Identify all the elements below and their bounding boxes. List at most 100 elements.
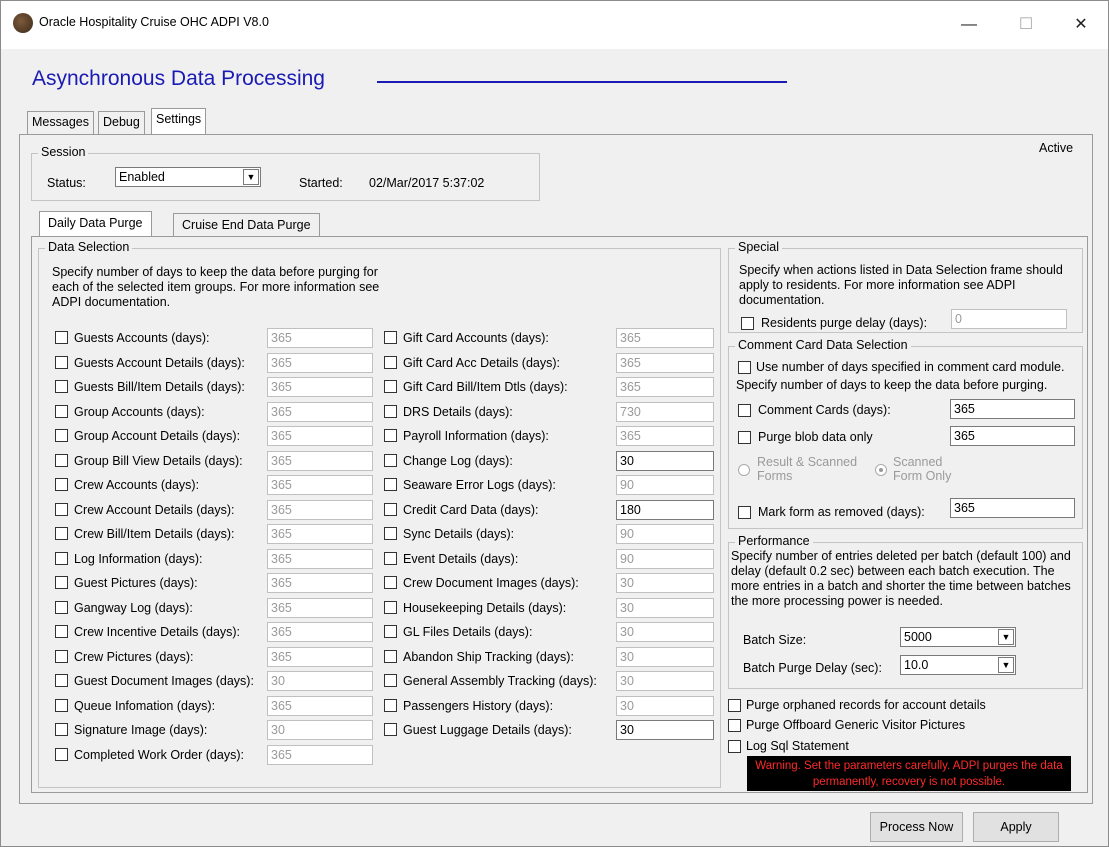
right-item-checkbox[interactable]	[384, 625, 397, 638]
left-item-days-input[interactable]: 365	[267, 328, 373, 348]
right-item-days-input[interactable]: 365	[616, 426, 714, 446]
tab-debug[interactable]: Debug	[98, 111, 145, 134]
right-item-days-input[interactable]: 365	[616, 328, 714, 348]
apply-button[interactable]: Apply	[973, 812, 1059, 842]
purge-offboard-checkbox[interactable]	[728, 719, 741, 732]
right-item-days-input[interactable]: 30	[616, 573, 714, 593]
left-item-checkbox[interactable]	[55, 380, 68, 393]
left-item-checkbox[interactable]	[55, 429, 68, 442]
residents-purge-checkbox[interactable]	[741, 317, 754, 330]
left-item-days-input[interactable]: 365	[267, 352, 373, 373]
purge-orphaned-checkbox[interactable]	[728, 699, 741, 712]
left-item-days-input[interactable]: 365	[267, 695, 373, 716]
left-item-days-input[interactable]: 365	[267, 401, 373, 422]
left-item-days-input[interactable]: 365	[267, 377, 373, 397]
left-item-days-input[interactable]: 365	[267, 499, 373, 520]
left-item-checkbox[interactable]	[55, 331, 68, 344]
left-item-days-input[interactable]: 30	[267, 720, 373, 740]
tab-daily-data-purge[interactable]: Daily Data Purge	[39, 211, 152, 237]
right-item-days-input[interactable]: 180	[616, 499, 714, 520]
right-item-checkbox[interactable]	[384, 380, 397, 393]
right-item-days-input[interactable]: 90	[616, 548, 714, 569]
right-item-days-input[interactable]: 90	[616, 524, 714, 544]
batch-delay-select[interactable]: 10.0 ▼	[900, 655, 1016, 675]
right-item-checkbox[interactable]	[384, 429, 397, 442]
right-item-label: Credit Card Data (days):	[403, 502, 539, 517]
right-item-checkbox[interactable]	[384, 404, 397, 418]
right-item-checkbox[interactable]	[384, 649, 397, 663]
process-now-button[interactable]: Process Now	[870, 812, 963, 842]
right-item-days-input[interactable]: 90	[616, 475, 714, 495]
use-comment-module-checkbox[interactable]	[738, 361, 751, 374]
right-item-days-input[interactable]: 30	[616, 646, 714, 667]
batch-size-select[interactable]: 5000 ▼	[900, 627, 1016, 647]
right-item-checkbox[interactable]	[384, 502, 397, 516]
left-item-days-input[interactable]: 365	[267, 744, 373, 765]
left-item-days-input[interactable]: 365	[267, 450, 373, 471]
mark-removed-checkbox[interactable]	[738, 506, 751, 519]
right-item-label: Gift Card Accounts (days):	[403, 331, 549, 345]
left-item-days-input[interactable]: 30	[267, 671, 373, 691]
left-item-days-input[interactable]: 365	[267, 475, 373, 495]
tab-settings[interactable]: Settings	[151, 108, 207, 135]
right-item-checkbox[interactable]	[384, 355, 397, 369]
left-item-days-input[interactable]: 365	[267, 646, 373, 667]
minimize-button[interactable]: —	[954, 11, 984, 39]
right-item-checkbox[interactable]	[384, 527, 397, 540]
left-item-days-input[interactable]: 365	[267, 573, 373, 593]
right-item-days-input[interactable]: 30	[616, 671, 714, 691]
left-item-checkbox[interactable]	[55, 747, 68, 761]
tab-messages[interactable]: Messages	[27, 111, 94, 134]
left-item-checkbox[interactable]	[55, 478, 68, 491]
right-item-days-input[interactable]: 30	[616, 622, 714, 642]
left-item-checkbox[interactable]	[55, 600, 68, 614]
right-item-days-input[interactable]: 30	[616, 720, 714, 740]
residents-purge-input[interactable]: 0	[951, 309, 1067, 329]
left-item-checkbox[interactable]	[55, 527, 68, 540]
maximize-button[interactable]: ☐	[1011, 11, 1041, 39]
right-item-checkbox[interactable]	[384, 723, 397, 736]
right-item-checkbox[interactable]	[384, 600, 397, 614]
purge-blob-checkbox[interactable]	[738, 431, 751, 444]
left-item-checkbox[interactable]	[55, 625, 68, 638]
left-item-checkbox[interactable]	[55, 355, 68, 369]
comment-cards-checkbox[interactable]	[738, 404, 751, 417]
right-item-days-input[interactable]: 730	[616, 401, 714, 422]
left-item-checkbox[interactable]	[55, 698, 68, 712]
log-sql-checkbox[interactable]	[728, 740, 741, 753]
right-item-days-input[interactable]: 365	[616, 377, 714, 397]
right-item-checkbox[interactable]	[384, 453, 397, 467]
left-item-checkbox[interactable]	[55, 404, 68, 418]
left-item-checkbox[interactable]	[55, 502, 68, 516]
left-item-checkbox[interactable]	[55, 576, 68, 589]
right-item-days-input[interactable]: 30	[616, 597, 714, 618]
radio-result-scanned[interactable]	[738, 464, 750, 476]
left-item-days-input[interactable]: 365	[267, 524, 373, 544]
left-item-checkbox[interactable]	[55, 723, 68, 736]
right-item-label: Abandon Ship Tracking (days):	[403, 649, 574, 664]
session-status-select[interactable]: Enabled ▼	[115, 167, 261, 187]
left-item-checkbox[interactable]	[55, 453, 68, 467]
tab-cruise-end-data-purge[interactable]: Cruise End Data Purge	[173, 213, 320, 237]
close-button[interactable]: ✕	[1066, 11, 1096, 39]
right-item-days-input[interactable]: 30	[616, 450, 714, 471]
mark-removed-input[interactable]: 365	[950, 498, 1075, 518]
right-item-checkbox[interactable]	[384, 331, 397, 344]
left-item-days-input[interactable]: 365	[267, 426, 373, 446]
left-item-checkbox[interactable]	[55, 551, 68, 565]
right-item-checkbox[interactable]	[384, 576, 397, 589]
right-item-checkbox[interactable]	[384, 674, 397, 687]
right-item-days-input[interactable]: 365	[616, 352, 714, 373]
right-item-checkbox[interactable]	[384, 698, 397, 712]
right-item-checkbox[interactable]	[384, 551, 397, 565]
left-item-checkbox[interactable]	[55, 649, 68, 663]
left-item-days-input[interactable]: 365	[267, 548, 373, 569]
comment-cards-input[interactable]: 365	[950, 399, 1075, 419]
right-item-days-input[interactable]: 30	[616, 695, 714, 716]
right-item-checkbox[interactable]	[384, 478, 397, 491]
left-item-days-input[interactable]: 365	[267, 597, 373, 618]
purge-blob-input[interactable]: 365	[950, 426, 1075, 446]
left-item-checkbox[interactable]	[55, 674, 68, 687]
left-item-days-input[interactable]: 365	[267, 622, 373, 642]
radio-scanned-only[interactable]	[875, 464, 887, 476]
